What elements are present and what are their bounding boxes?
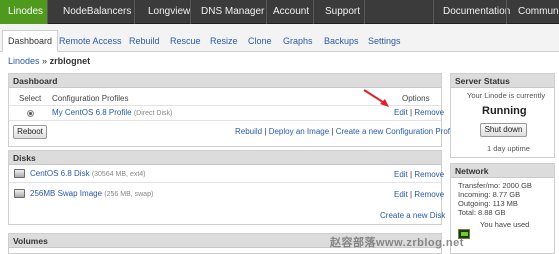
profile-options: Edit | Remove — [394, 108, 444, 117]
column-select: Select — [19, 94, 42, 103]
disk-icon — [14, 189, 25, 198]
red-arrow-annotation — [363, 89, 389, 107]
server-status-title: Server Status — [451, 74, 554, 88]
tab-remote-access[interactable]: Remote Access — [59, 33, 122, 52]
disk-1-link[interactable]: CentOS 6.8 Disk — [30, 169, 90, 178]
profile-remove-link[interactable]: Remove — [414, 108, 444, 117]
network-line-transfer: Transfer/mo: 2000 GB — [458, 181, 532, 190]
disk-options-pipe: | — [410, 170, 413, 179]
network-line-outgoing: Outgoing: 113 MB — [458, 199, 518, 208]
disk-2-link[interactable]: 256MB Swap Image — [30, 189, 102, 198]
shut-down-button[interactable]: Shut down — [480, 123, 527, 137]
disk-row-2: 256MB Swap Image (256 MB, swap) — [30, 189, 153, 198]
reboot-button[interactable]: Reboot — [13, 125, 47, 139]
status-line: Your Linode is currently — [467, 91, 546, 100]
network-line-total: Total: 8.88 GB — [458, 208, 506, 217]
topnav-linodes[interactable]: Linodes — [0, 0, 47, 24]
create-disk-link[interactable]: Create a new Disk — [380, 211, 445, 220]
disk-1-remove-link[interactable]: Remove — [414, 170, 444, 179]
dashboard-panel: Dashboard Select Configuration Profiles … — [8, 73, 458, 147]
tab-resize[interactable]: Resize — [210, 33, 238, 52]
network-title: Network — [451, 164, 554, 178]
tab-dashboard[interactable]: Dashboard — [2, 30, 59, 52]
deploy-image-link[interactable]: Deploy an Image — [269, 127, 329, 136]
disks-panel-title: Disks — [9, 151, 441, 165]
actions-pipe: | — [331, 127, 334, 136]
breadcrumb: Linodes » zrblognet — [8, 56, 90, 66]
topnav-support[interactable]: Support — [317, 0, 368, 24]
network-panel: Network Transfer/mo: 2000 GB Incoming: 8… — [450, 163, 555, 254]
breadcrumb-current: zrblognet — [49, 56, 91, 66]
disk-options-pipe: | — [410, 190, 413, 199]
topnav-divider — [47, 0, 48, 24]
actions-pipe: | — [264, 127, 267, 136]
disk-1-options: Edit | Remove — [394, 170, 444, 179]
breadcrumb-linodes[interactable]: Linodes — [8, 56, 40, 66]
topnav-nodebalancers[interactable]: NodeBalancers — [55, 0, 139, 24]
tab-settings[interactable]: Settings — [368, 33, 401, 52]
tab-rescue[interactable]: Rescue — [170, 33, 201, 52]
profile-name-link[interactable]: My CentOS 6.8 Profile — [52, 108, 132, 117]
topnav-dns-manager[interactable]: DNS Manager — [193, 0, 272, 24]
topnav-account[interactable]: Account — [265, 0, 317, 24]
network-used-label: You have used — [480, 220, 530, 229]
row-divider — [9, 120, 441, 121]
tab-backups[interactable]: Backups — [324, 33, 359, 52]
breadcrumb-separator: » — [42, 56, 48, 66]
topnav-divider — [506, 0, 507, 24]
dashboard-panel-title: Dashboard — [9, 74, 441, 88]
topnav-community[interactable]: Communi — [510, 0, 559, 24]
profile-row: My CentOS 6.8 Profile (Direct Disk) — [52, 108, 172, 117]
topnav-divider — [433, 0, 434, 24]
profile-radio-button[interactable] — [27, 110, 34, 117]
disk-1-meta: (30564 MB, ext4) — [91, 171, 146, 178]
disk-icon — [14, 169, 25, 178]
disk-row-1: CentOS 6.8 Disk (30564 MB, ext4) — [30, 169, 146, 178]
topnav-divider — [134, 0, 135, 24]
tab-clone[interactable]: Clone — [248, 33, 272, 52]
tab-graphs[interactable]: Graphs — [283, 33, 313, 52]
column-options: Options — [402, 94, 430, 103]
topnav-divider — [313, 0, 314, 24]
row-divider — [9, 182, 441, 183]
watermark-text: 赵容部落www.zrblog.net — [330, 237, 464, 249]
profile-edit-link[interactable]: Edit — [394, 108, 408, 117]
top-nav: Linodes NodeBalancers Longview DNS Manag… — [0, 0, 559, 24]
tab-rebuild[interactable]: Rebuild — [129, 33, 160, 52]
disk-2-remove-link[interactable]: Remove — [414, 190, 444, 199]
disks-panel: Disks CentOS 6.8 Disk (30564 MB, ext4) E… — [8, 150, 445, 225]
status-running: Running — [482, 105, 527, 117]
rebuild-link[interactable]: Rebuild — [235, 127, 262, 136]
options-pipe: | — [410, 108, 413, 117]
profile-note: (Direct Disk) — [133, 110, 173, 117]
disk-2-options: Edit | Remove — [394, 190, 444, 199]
profile-actions: Rebuild | Deploy an Image | Create a new… — [235, 127, 458, 136]
topnav-divider — [364, 0, 365, 24]
disk-1-edit-link[interactable]: Edit — [394, 170, 408, 179]
disk-2-edit-link[interactable]: Edit — [394, 190, 408, 199]
network-line-incoming: Incoming: 8.77 GB — [458, 190, 521, 199]
topnav-divider — [190, 0, 191, 24]
create-configuration-profile-link[interactable]: Create a new Configuration Profile — [336, 127, 458, 136]
sub-nav: Dashboard Remote Access Rebuild Rescue R… — [0, 24, 559, 52]
server-status-panel: Server Status Your Linode is currently R… — [450, 73, 555, 158]
uptime-text: 1 day uptime — [487, 144, 530, 153]
disk-2-meta: (256 MB, swap) — [104, 191, 154, 198]
column-configuration-profiles: Configuration Profiles — [52, 94, 129, 103]
